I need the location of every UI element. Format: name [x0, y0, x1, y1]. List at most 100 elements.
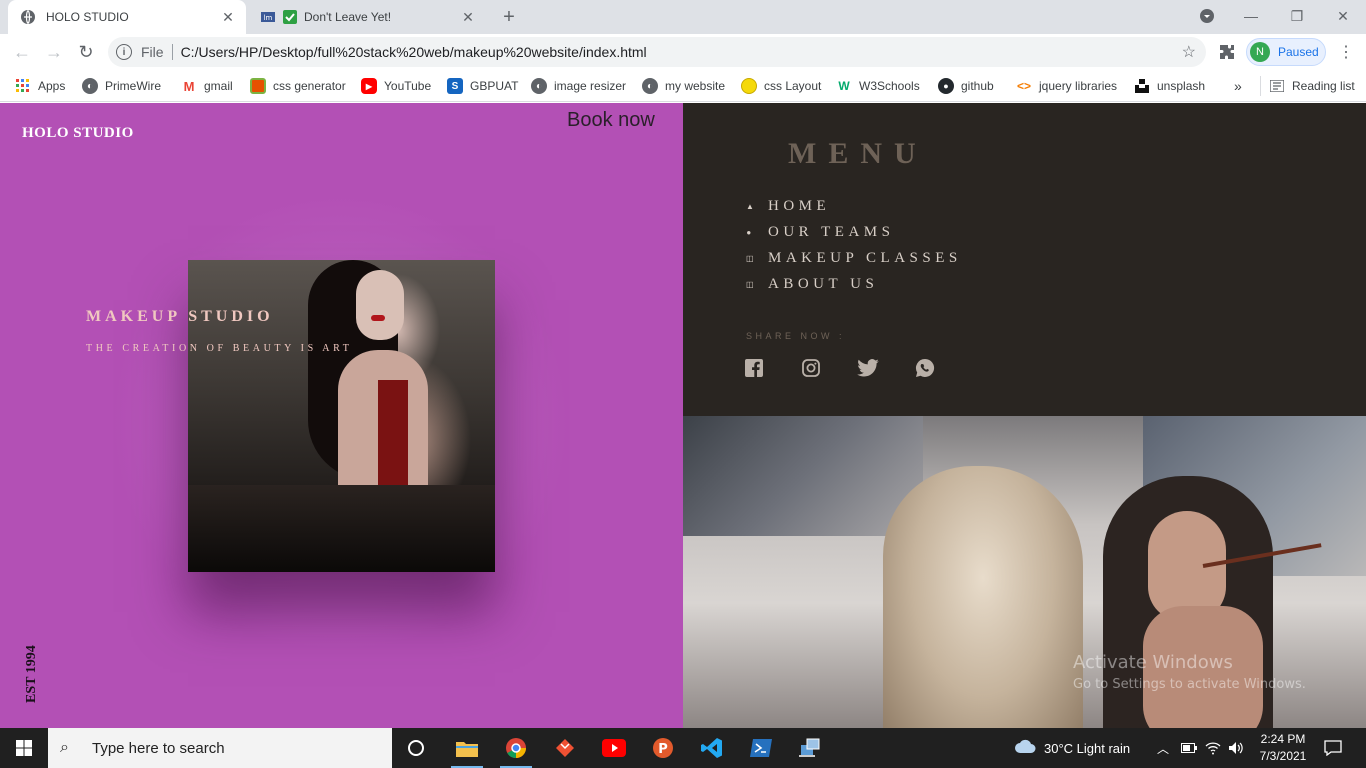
bookmark-image-resizer[interactable]: ◐ image resizer	[531, 76, 626, 96]
bookmark-my-website[interactable]: ◐ my website	[642, 76, 725, 96]
menu-title: MENU	[788, 137, 928, 170]
windows-logo-icon	[16, 740, 32, 756]
search-placeholder: Type here to search	[92, 739, 225, 757]
weather-text: 30°C Light rain	[1044, 740, 1131, 756]
bookmark-github[interactable]: ● github	[938, 76, 994, 96]
bookmark-gmail[interactable]: M gmail	[181, 76, 233, 96]
notifications-icon[interactable]	[1324, 728, 1342, 768]
photo-table	[188, 485, 495, 572]
bookmark-jquery-libraries[interactable]: <> jquery libraries	[1016, 76, 1117, 96]
chrome-icon[interactable]	[496, 732, 536, 768]
bookmark-label: unsplash	[1157, 79, 1206, 93]
home-icon: ▲	[746, 201, 759, 211]
bookmark-label: image resizer	[554, 79, 627, 93]
bookmark-label: github	[961, 79, 994, 93]
bookmark-label: css Layout	[764, 79, 822, 93]
info-icon[interactable]: i	[116, 44, 132, 60]
volume-icon[interactable]	[1228, 728, 1244, 768]
bookmark-w3schools[interactable]: W W3Schools	[836, 76, 919, 96]
menu-panel: MENU ▲ HOME ● OUR TEAMS ◫ MAKEUP CLASSES…	[683, 103, 1366, 416]
wifi-icon[interactable]	[1205, 728, 1221, 768]
browser-toolbar: ← → ↻ i File C:/Users/HP/Desktop/full%20…	[0, 34, 1366, 70]
bookmarks-bar: Apps ◐ PrimeWire M gmail css generator ▶…	[0, 70, 1366, 102]
weather-widget[interactable]: 30°C Light rain	[1014, 728, 1130, 768]
instagram-icon[interactable]	[800, 357, 822, 379]
menu-item-label: MAKEUP CLASSES	[768, 249, 962, 266]
clock-date: 7/3/2021	[1259, 749, 1307, 763]
powershell-icon[interactable]	[741, 732, 781, 764]
tab-dont-leave-yet[interactable]: lm Don't Leave Yet! ✕	[256, 0, 486, 34]
whatsapp-icon[interactable]	[914, 357, 936, 379]
web-page: HOLO STUDIO Book now MAKEUP STUDIO THE C…	[0, 103, 1366, 728]
bookmark-label: jquery libraries	[1039, 79, 1118, 93]
network-app-icon[interactable]	[790, 732, 830, 764]
hero-subtitle: THE CREATION OF BEAUTY IS ART	[86, 343, 353, 354]
more-menu-icon[interactable]: ⋮	[1334, 40, 1358, 64]
battery-icon[interactable]	[1181, 728, 1197, 768]
person-icon: ●	[746, 227, 756, 237]
cortana-icon[interactable]	[396, 732, 436, 764]
menu-item-our-teams[interactable]: ● OUR TEAMS	[746, 219, 962, 245]
menu-item-home[interactable]: ▲ HOME	[746, 193, 962, 219]
browser-tab-strip: HOLO STUDIO ✕ lm Don't Leave Yet! ✕ + — …	[0, 0, 1366, 34]
forward-button[interactable]: →	[42, 40, 66, 64]
close-tab-icon[interactable]: ✕	[460, 9, 476, 25]
back-button[interactable]: ←	[10, 40, 34, 64]
bookmark-youtube[interactable]: ▶ YouTube	[361, 76, 431, 96]
git-icon[interactable]	[545, 732, 585, 764]
profile-button[interactable]: N Paused	[1246, 38, 1326, 66]
file-explorer-icon[interactable]	[447, 732, 487, 768]
social-links	[743, 357, 971, 379]
windows-taskbar: ⌕ Type here to search P 30°C Light rain …	[0, 728, 1366, 768]
bookmark-star-icon[interactable]: ☆	[1182, 42, 1196, 62]
tab-search-icon[interactable]	[1184, 0, 1230, 32]
bookmark-label: PrimeWire	[105, 79, 161, 93]
menu-item-makeup-classes[interactable]: ◫ MAKEUP CLASSES	[746, 245, 962, 271]
url-text[interactable]: C:/Users/HP/Desktop/full%20stack%20web/m…	[181, 44, 647, 60]
bookmarks-overflow-button[interactable]: »	[1234, 76, 1242, 96]
menu-item-label: ABOUT US	[768, 275, 879, 292]
hero-photo	[188, 260, 495, 572]
activate-title: Activate Windows	[1073, 652, 1233, 673]
new-tab-button[interactable]: +	[497, 5, 521, 29]
reading-list-button[interactable]: Reading list	[1260, 76, 1355, 96]
youtube-app-icon[interactable]	[594, 732, 634, 764]
photo-face	[356, 270, 404, 340]
postman-icon[interactable]: P	[643, 732, 683, 764]
reload-button[interactable]: ↻	[74, 40, 98, 64]
bookmark-apps[interactable]: Apps	[15, 76, 65, 96]
photo-blonde-hair	[883, 466, 1083, 728]
globe-icon: ◐	[82, 78, 98, 94]
vscode-icon[interactable]	[692, 732, 732, 764]
minimize-button[interactable]: —	[1228, 0, 1274, 32]
bookmark-css-layout[interactable]: css Layout	[741, 76, 821, 96]
twitter-icon[interactable]	[857, 357, 879, 379]
close-window-button[interactable]: ✕	[1320, 0, 1366, 32]
book-now-link[interactable]: Book now	[567, 109, 655, 132]
menu-list: ▲ HOME ● OUR TEAMS ◫ MAKEUP CLASSES ◫ AB…	[746, 193, 962, 297]
menu-item-label: OUR TEAMS	[768, 223, 895, 240]
bookmark-unsplash[interactable]: unsplash	[1134, 76, 1205, 96]
bookmark-css-generator[interactable]: css generator	[250, 76, 346, 96]
gbpuat-icon: S	[447, 78, 463, 94]
github-icon: ●	[938, 78, 954, 94]
makeup-photo: Activate Windows Go to Settings to activ…	[683, 416, 1366, 728]
hero-title: MAKEUP STUDIO	[86, 308, 274, 325]
show-hidden-icons-button[interactable]: ︿	[1157, 728, 1169, 768]
restore-button[interactable]: ❐	[1274, 0, 1320, 32]
css-layout-icon	[741, 78, 757, 94]
globe-icon: ◐	[642, 78, 658, 94]
extensions-icon[interactable]	[1215, 40, 1239, 64]
bookmark-gbpuat[interactable]: S GBPUAT	[447, 76, 518, 96]
bookmark-primewire[interactable]: ◐ PrimeWire	[82, 76, 161, 96]
menu-item-about-us[interactable]: ◫ ABOUT US	[746, 271, 962, 297]
tab-holo-studio[interactable]: HOLO STUDIO ✕	[8, 0, 246, 34]
facebook-icon[interactable]	[743, 357, 765, 379]
address-bar[interactable]: i File C:/Users/HP/Desktop/full%20stack%…	[108, 37, 1206, 67]
activate-windows-watermark: Activate Windows Go to Settings to activ…	[1073, 652, 1306, 692]
taskbar-search-box[interactable]: ⌕ Type here to search	[48, 728, 392, 768]
system-clock[interactable]: 2:24 PM 7/3/2021	[1248, 731, 1318, 765]
site-logo[interactable]: HOLO STUDIO	[22, 125, 134, 142]
close-tab-icon[interactable]: ✕	[220, 9, 236, 25]
start-button[interactable]	[0, 728, 48, 768]
